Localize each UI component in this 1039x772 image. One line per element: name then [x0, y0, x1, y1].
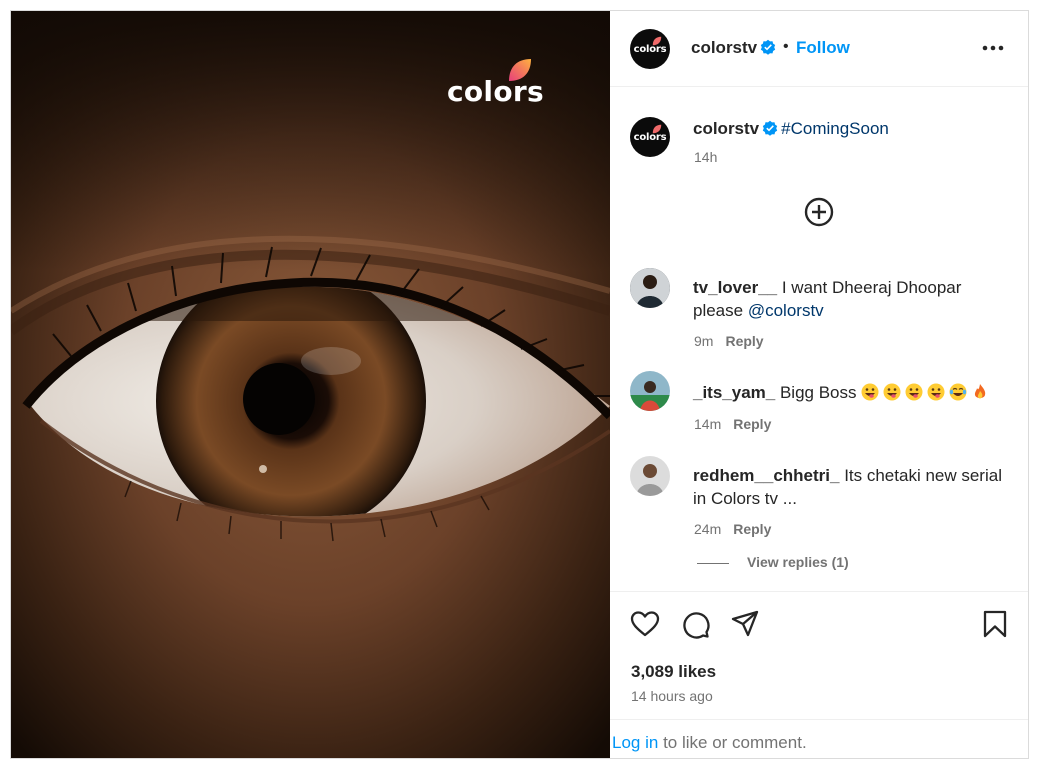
comment-emojis: [861, 383, 993, 402]
user-photo: [630, 268, 670, 308]
header-separator: •: [783, 38, 789, 55]
comment-avatar[interactable]: [630, 371, 670, 411]
likes-count[interactable]: 3,089 likes: [631, 662, 716, 682]
comment-username[interactable]: tv_lover__: [693, 278, 777, 297]
login-prompt: Log in to like or comment.: [610, 719, 1028, 758]
comment-avatar[interactable]: [630, 268, 670, 308]
comment-icon[interactable]: [680, 609, 710, 639]
load-more-comments-icon[interactable]: [803, 196, 835, 228]
colors-logo: colors: [447, 57, 544, 109]
tears-of-joy-emoji-icon: [949, 383, 967, 401]
comment-username[interactable]: redhem__chhetri_: [693, 466, 839, 485]
caption-username[interactable]: colorstv: [693, 119, 759, 138]
send-icon[interactable]: [730, 609, 760, 639]
reply-button[interactable]: Reply: [725, 333, 763, 349]
grinning-tongue-emoji-icon: [905, 383, 923, 401]
reply-button[interactable]: Reply: [733, 521, 771, 537]
comment-avatar[interactable]: [630, 456, 670, 496]
post-sidebar: colors colorstv • Follow colors colorstv…: [610, 11, 1028, 758]
post-container: colors colors colorstv • Follow colors c…: [10, 10, 1029, 759]
bookmark-icon[interactable]: [980, 609, 1010, 639]
comment-meta: 24m Reply: [694, 521, 771, 537]
comment-body: _its_yam_ Bigg Boss: [693, 381, 1013, 404]
grinning-tongue-emoji-icon: [861, 383, 879, 401]
view-replies-divider: [697, 562, 729, 564]
user-photo: [630, 371, 670, 411]
eye-closeup-image: [11, 11, 610, 758]
colors-logo-text: colors: [447, 75, 544, 108]
comment-time: 9m: [694, 333, 714, 349]
post-actions: 3,089 likes 14 hours ago: [610, 591, 1028, 721]
login-prompt-text: Log in to like or comment.: [612, 733, 807, 753]
user-photo: [630, 456, 670, 496]
colors-petal-icon: [652, 124, 662, 134]
caption-avatar[interactable]: colors: [630, 117, 670, 157]
comment-username[interactable]: _its_yam_: [693, 383, 775, 402]
comment-meta: 14m Reply: [694, 416, 771, 432]
header-username-text[interactable]: colorstv: [691, 38, 757, 57]
caption-text: colorstv #ComingSoon: [693, 119, 889, 139]
login-prompt-rest: to like or comment.: [663, 733, 807, 752]
comment-time: 14m: [694, 416, 722, 432]
heart-icon[interactable]: [630, 609, 660, 639]
profile-avatar[interactable]: colors: [630, 29, 670, 69]
more-horizontal-icon[interactable]: [980, 37, 1006, 59]
grinning-tongue-emoji-icon: [927, 383, 945, 401]
view-replies-label[interactable]: View replies (1): [747, 554, 849, 570]
caption-time: 14h: [694, 149, 718, 165]
post-header: colors colorstv • Follow: [610, 11, 1028, 87]
header-username[interactable]: colorstv: [691, 38, 776, 58]
post-image[interactable]: colors: [11, 11, 610, 758]
caption-hashtag-link[interactable]: #ComingSoon: [781, 119, 889, 138]
colors-petal-icon: [652, 36, 662, 46]
comment-meta: 9m Reply: [694, 333, 764, 349]
login-link[interactable]: Log in: [612, 733, 658, 752]
comment-mention-link[interactable]: @colorstv: [748, 301, 824, 320]
verified-badge-icon: [760, 39, 776, 55]
grinning-tongue-emoji-icon: [883, 383, 901, 401]
comment-body: tv_lover__ I want Dheeraj Dhoopar please…: [693, 276, 1013, 322]
reply-button[interactable]: Reply: [733, 416, 771, 432]
verified-badge-icon: [762, 120, 778, 136]
fire-emoji-icon: [975, 384, 986, 399]
comment-time: 24m: [694, 521, 722, 537]
comment-body: redhem__chhetri_ Its chetaki new serial …: [693, 464, 1013, 510]
follow-button[interactable]: Follow: [796, 38, 850, 58]
view-replies-button[interactable]: View replies (1): [697, 554, 849, 570]
comment-text: Bigg Boss: [779, 383, 857, 402]
post-timestamp: 14 hours ago: [631, 688, 713, 704]
